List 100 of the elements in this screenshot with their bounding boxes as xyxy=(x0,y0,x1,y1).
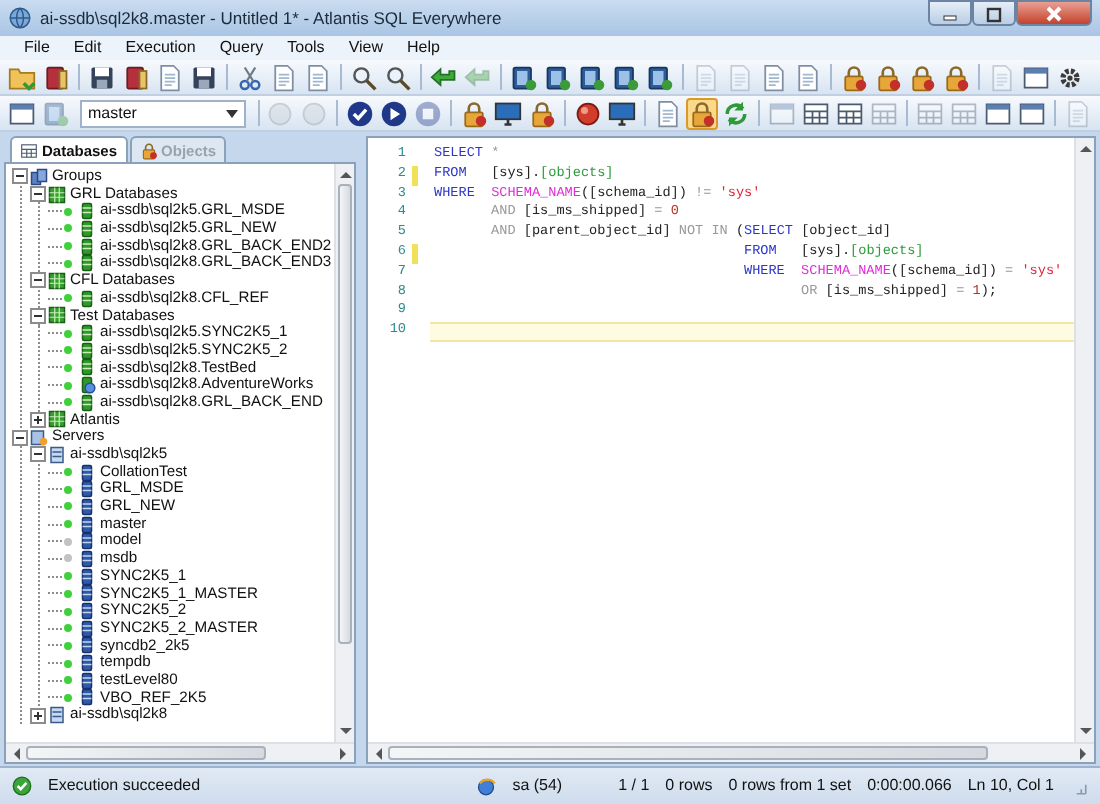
scroll-down-arrow-icon[interactable] xyxy=(339,722,351,738)
menu-item[interactable]: File xyxy=(12,36,62,60)
magnifier-icon xyxy=(350,63,378,91)
tree-toggle[interactable] xyxy=(12,168,28,185)
page-icon xyxy=(760,63,788,91)
database-icon xyxy=(78,480,96,499)
toolbar-button[interactable] xyxy=(872,61,904,93)
toolbar-button[interactable] xyxy=(382,61,414,93)
page-icon xyxy=(654,99,683,127)
maximize-button[interactable] xyxy=(972,0,1016,26)
window-icon xyxy=(768,99,797,127)
folder-icon xyxy=(8,63,36,91)
padlock-icon xyxy=(688,99,717,127)
menu-item[interactable]: Execution xyxy=(113,36,208,60)
scroll-left-arrow-icon[interactable] xyxy=(372,747,388,759)
page-icon xyxy=(1064,99,1093,127)
toolbar-button[interactable] xyxy=(576,61,608,93)
toolbar-button[interactable] xyxy=(348,61,380,93)
scroll-left-arrow-icon[interactable] xyxy=(10,747,26,759)
grid-icon xyxy=(836,99,865,127)
menu-item[interactable]: Query xyxy=(207,36,276,60)
horizontal-scrollbar[interactable] xyxy=(368,742,1094,762)
padlock-icon xyxy=(460,99,489,127)
scroll-up-arrow-icon[interactable] xyxy=(1079,142,1091,158)
database-icon xyxy=(78,549,96,568)
toolbar-button[interactable] xyxy=(606,97,639,129)
toolbar-button[interactable] xyxy=(120,61,152,93)
database-icon xyxy=(646,63,674,91)
toolbar-button[interactable] xyxy=(40,61,72,93)
magnifier-icon xyxy=(384,63,412,91)
padlock-icon xyxy=(908,63,936,91)
round-button-icon xyxy=(266,99,295,127)
toolbar-button[interactable] xyxy=(610,61,642,93)
status-field: Ln 10, Col 1 xyxy=(967,776,1054,796)
toolbar-button[interactable] xyxy=(344,97,377,129)
toolbar-button[interactable] xyxy=(906,61,938,93)
menu-item[interactable]: Help xyxy=(395,36,452,60)
menu-item[interactable]: Tools xyxy=(275,36,337,60)
database-icon xyxy=(78,289,96,308)
status-field: 0 rows xyxy=(665,776,713,796)
toolbar-button[interactable] xyxy=(526,97,559,129)
grid-icon xyxy=(20,141,38,159)
padlock-icon xyxy=(139,141,158,159)
toolbar-button[interactable] xyxy=(492,97,525,129)
tree-toggle[interactable] xyxy=(30,186,46,203)
toolbar-button[interactable] xyxy=(542,61,574,93)
toolbar-button[interactable] xyxy=(508,61,540,93)
database-icon xyxy=(612,63,640,91)
scroll-up-arrow-icon[interactable] xyxy=(339,168,351,184)
scroll-right-arrow-icon[interactable] xyxy=(334,747,350,759)
maximize-icon xyxy=(982,3,1006,23)
menu-item[interactable]: View xyxy=(336,36,396,60)
grid-icon xyxy=(916,99,945,127)
database-icon xyxy=(78,237,96,256)
page-icon xyxy=(692,63,720,91)
toolbar-button[interactable] xyxy=(234,61,266,93)
database-icon xyxy=(78,324,96,343)
tree-toggle[interactable] xyxy=(30,307,46,324)
database-icon xyxy=(78,671,96,690)
app-globe-icon xyxy=(8,6,32,30)
window-icon xyxy=(8,99,36,127)
book-icon xyxy=(42,63,70,91)
toolbar-button[interactable] xyxy=(838,61,870,93)
check-icon xyxy=(346,99,375,127)
folders-icon xyxy=(30,167,48,186)
scroll-right-arrow-icon[interactable] xyxy=(1074,747,1090,759)
toolbar-button[interactable] xyxy=(378,97,411,129)
page-icon xyxy=(794,63,822,91)
window-title: ai-ssdb\sql2k8.master - Untitled 1* - Atlantis SQL Everywhere xyxy=(40,7,502,29)
toolbar-button[interactable] xyxy=(458,97,491,129)
toolbar-button[interactable] xyxy=(572,97,605,129)
server-icon xyxy=(48,706,66,725)
caret-icon xyxy=(223,105,240,121)
grid-icon xyxy=(802,99,831,127)
status-field: 0 rows from 1 set xyxy=(728,776,852,796)
tree-toggle[interactable] xyxy=(12,429,28,446)
toolbar-button[interactable] xyxy=(940,61,972,93)
database-dropdown[interactable]: master xyxy=(80,99,246,127)
menu-item[interactable]: Edit xyxy=(61,36,114,60)
database-icon xyxy=(78,497,96,516)
tree-toggle[interactable] xyxy=(30,707,46,724)
database-icon xyxy=(78,341,96,360)
page-icon xyxy=(304,63,332,91)
toolbar-button[interactable] xyxy=(686,97,719,129)
database-icon xyxy=(78,393,96,412)
tree-toggle[interactable] xyxy=(30,272,46,289)
stop-icon xyxy=(414,99,443,127)
vertical-scrollbar[interactable] xyxy=(334,164,354,742)
database-icon xyxy=(578,63,606,91)
scroll-down-arrow-icon[interactable] xyxy=(1079,722,1091,738)
padlock-icon xyxy=(942,63,970,91)
connection-icon xyxy=(476,776,497,796)
padlock-icon xyxy=(874,63,902,91)
tree-toggle[interactable] xyxy=(30,446,46,463)
vertical-scrollbar[interactable] xyxy=(1074,138,1094,742)
horizontal-scrollbar[interactable] xyxy=(6,742,354,762)
tree-toggle[interactable] xyxy=(30,411,46,428)
toolbar-button[interactable] xyxy=(644,61,676,93)
database-icon xyxy=(78,515,96,534)
close-button[interactable] xyxy=(1016,0,1092,26)
